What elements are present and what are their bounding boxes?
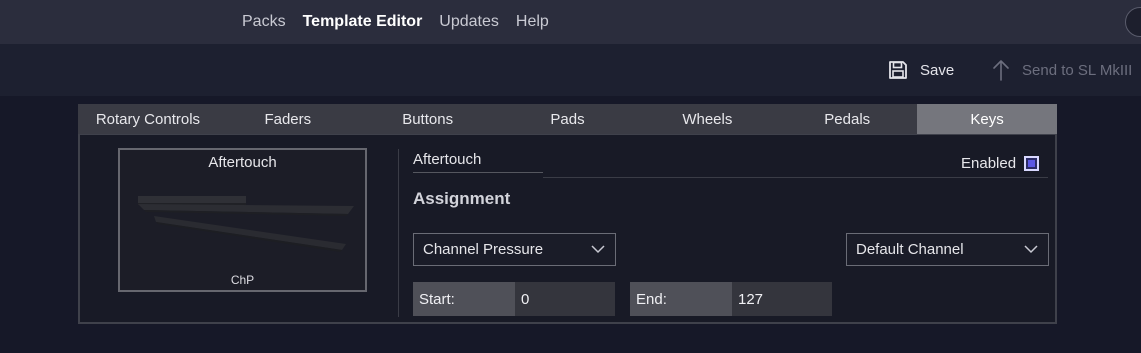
control-type-tabs: Rotary Controls Faders Buttons Pads Whee… — [78, 104, 1058, 134]
start-label: Start: — [413, 282, 515, 316]
aftertouch-key-illustration — [138, 196, 354, 252]
account-button[interactable] — [1125, 7, 1141, 37]
start-value-field[interactable]: Start: 0 — [413, 282, 615, 316]
chevron-down-icon — [1024, 245, 1038, 254]
tab-pads[interactable]: Pads — [498, 104, 638, 134]
tab-wheels[interactable]: Wheels — [637, 104, 777, 134]
save-button[interactable]: Save — [888, 58, 954, 82]
header-rule — [543, 177, 1048, 178]
preview-message-label: ChP — [230, 273, 255, 287]
arrow-up-icon — [993, 60, 1009, 81]
send-label: Send to SL MkIII — [1022, 61, 1133, 79]
nav-packs[interactable]: Packs — [242, 13, 286, 31]
message-type-select[interactable]: Channel Pressure — [413, 233, 616, 266]
nav-template-editor[interactable]: Template Editor — [303, 13, 423, 31]
save-label: Save — [920, 61, 955, 79]
tab-buttons[interactable]: Buttons — [358, 104, 498, 134]
tab-faders[interactable]: Faders — [218, 104, 358, 134]
panel-divider — [398, 149, 399, 317]
control-name-field[interactable]: Aftertouch — [413, 149, 543, 173]
end-value-field[interactable]: End: 127 — [630, 282, 832, 316]
start-value-input[interactable]: 0 — [515, 282, 615, 316]
assignment-heading: Assignment — [413, 189, 511, 208]
enabled-label: Enabled — [961, 155, 1017, 172]
control-preview[interactable]: Aftertouch ChP — [118, 148, 367, 292]
chevron-down-icon — [591, 245, 605, 254]
action-bar: Save Send to SL MkIII — [0, 44, 1141, 96]
top-bar: Packs Template Editor Updates Help — [0, 0, 1141, 44]
nav-help[interactable]: Help — [516, 13, 549, 31]
tab-keys[interactable]: Keys — [917, 104, 1058, 134]
send-to-device-button[interactable]: Send to SL MkIII — [992, 58, 1132, 82]
message-type-value: Channel Pressure — [423, 241, 544, 258]
end-value-input[interactable]: 127 — [732, 282, 832, 316]
end-label: End: — [630, 282, 732, 316]
preview-title: Aftertouch — [208, 154, 277, 171]
enabled-checkbox[interactable] — [1024, 156, 1040, 171]
control-editor-panel: Aftertouch ChP Aftertouch Enabled Assign… — [78, 134, 1057, 324]
channel-value: Default Channel — [856, 241, 964, 258]
tab-pedals[interactable]: Pedals — [777, 104, 917, 134]
channel-select[interactable]: Default Channel — [846, 233, 1049, 266]
enabled-toggle[interactable]: Enabled — [961, 155, 1040, 172]
nav-updates[interactable]: Updates — [439, 13, 499, 31]
main-nav: Packs Template Editor Updates Help — [242, 0, 566, 44]
save-icon — [889, 61, 907, 79]
tab-rotary-controls[interactable]: Rotary Controls — [78, 104, 218, 134]
